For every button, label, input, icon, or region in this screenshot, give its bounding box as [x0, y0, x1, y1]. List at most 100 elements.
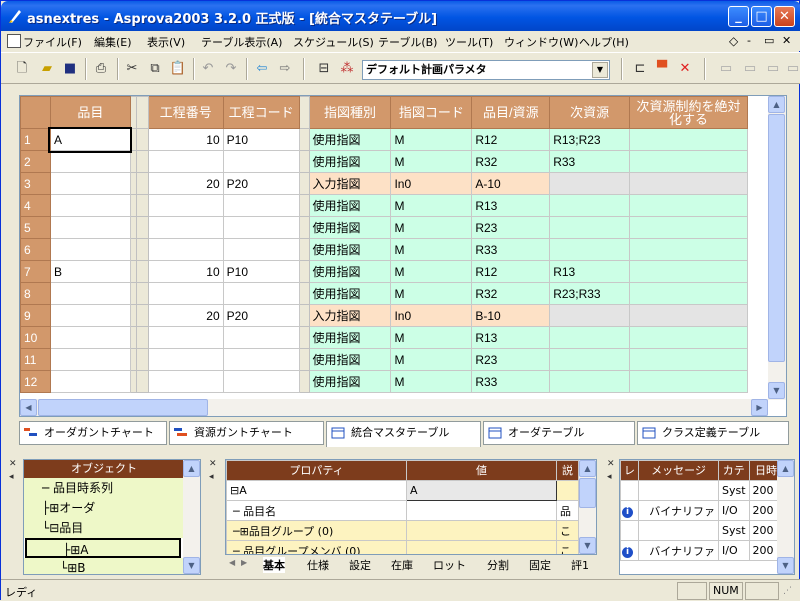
cell-order-code[interactable]: M: [390, 194, 473, 217]
tab-integrated-master[interactable]: 統合マスタテーブル: [326, 421, 481, 447]
menu-table[interactable]: テーブル(B): [378, 34, 437, 50]
cell-proc-no[interactable]: [147, 238, 224, 261]
cell-order-type[interactable]: 使用指図: [308, 128, 392, 151]
table-row[interactable]: 2 使用指図 M R32 R33: [20, 150, 768, 173]
delete-icon[interactable]: ✕: [676, 60, 694, 78]
cell-proc-code[interactable]: P10: [222, 128, 300, 151]
property-value[interactable]: [406, 540, 557, 554]
cell-item[interactable]: B: [49, 260, 131, 283]
col-header-item-resource[interactable]: 品目/資源: [471, 96, 551, 129]
pane-arrow-icon[interactable]: ◂: [9, 473, 14, 482]
menu-window[interactable]: ウィンドウ(W): [504, 34, 578, 50]
cell-proc-no[interactable]: 10: [147, 260, 224, 283]
cut-icon[interactable]: ✂: [123, 60, 141, 78]
cell-proc-code[interactable]: [222, 238, 300, 261]
cell-next-resource[interactable]: [549, 370, 631, 393]
table-row[interactable]: ─ 品目グループメンバ (0) こ: [226, 540, 579, 554]
cell-item[interactable]: [49, 282, 131, 305]
cell-proc-code[interactable]: [222, 194, 300, 217]
scroll-down-icon[interactable]: ▼: [579, 537, 596, 554]
mdi-minimize-button[interactable]: -: [747, 34, 751, 47]
cell-order-code[interactable]: M: [390, 238, 473, 261]
cell-item[interactable]: [49, 348, 131, 371]
layout-icon[interactable]: ▭: [717, 60, 735, 78]
table-row[interactable]: 4 使用指図 M R13: [20, 194, 768, 217]
pane-arrow-icon[interactable]: ◂: [607, 473, 612, 482]
row-number[interactable]: 9: [20, 304, 51, 327]
new-file-icon[interactable]: 🗋: [13, 60, 31, 78]
table-row[interactable]: 5 使用指図 M R23: [20, 216, 768, 239]
cell-order-code[interactable]: M: [390, 260, 473, 283]
cell-next-resource[interactable]: [549, 304, 631, 327]
col-header-proc-code[interactable]: 工程コード: [222, 96, 300, 129]
cell-proc-no[interactable]: [147, 216, 224, 239]
table-row[interactable]: ─⊞品目グループ (0) こ: [226, 520, 579, 541]
table-row[interactable]: 7 B 10 P10 使用指図 M R12 R13: [20, 260, 768, 283]
cell-item-resource[interactable]: R23: [471, 348, 551, 371]
row-number[interactable]: 10: [20, 326, 51, 349]
tab-order-gantt[interactable]: オーダガントチャート: [19, 421, 167, 445]
cell-item-resource[interactable]: R32: [471, 150, 551, 173]
cell-order-type[interactable]: 使用指図: [308, 370, 392, 393]
tab-scroll-left-icon[interactable]: ◀: [229, 558, 235, 567]
gantt-color-icon[interactable]: ▀: [653, 60, 671, 78]
tab-split[interactable]: 分割: [487, 557, 509, 573]
title-bar[interactable]: asnextres - Asprova2003 3.2.0 正式版 - [統合マ…: [1, 1, 800, 31]
cell-order-code[interactable]: M: [390, 326, 473, 349]
col-header-message[interactable]: メッセージ: [638, 460, 719, 481]
message-scrollbar[interactable]: ▲ ▼: [777, 460, 794, 574]
cell-item-resource[interactable]: R33: [471, 370, 551, 393]
menu-view[interactable]: 表示(V): [147, 34, 185, 50]
property-value[interactable]: [406, 520, 557, 541]
cell-next-resource[interactable]: [549, 194, 631, 217]
cell-item-resource[interactable]: B-10: [471, 304, 551, 327]
maximize-button[interactable]: □: [751, 6, 772, 27]
cell-proc-code[interactable]: [222, 348, 300, 371]
cell-proc-code[interactable]: P10: [222, 260, 300, 283]
cell-next-resource[interactable]: R13: [549, 260, 631, 283]
param-nav-icon[interactable]: ⊟: [315, 60, 333, 78]
row-number[interactable]: 1: [20, 128, 51, 151]
scroll-right-icon[interactable]: ▶: [751, 399, 768, 416]
tab-class-definition[interactable]: クラス定義テーブル: [637, 421, 789, 445]
cell-order-type[interactable]: 使用指図: [308, 216, 392, 239]
cell-next-resource-absolute[interactable]: [629, 194, 748, 217]
col-header-value[interactable]: 値: [406, 460, 557, 481]
cell-order-code[interactable]: M: [390, 370, 473, 393]
cell-proc-code[interactable]: [222, 216, 300, 239]
cell-order-code[interactable]: M: [390, 348, 473, 371]
layout-icon[interactable]: ▭: [741, 60, 759, 78]
row-number[interactable]: 3: [20, 172, 51, 195]
menu-help[interactable]: ヘルプ(H): [579, 34, 629, 50]
cell-order-code[interactable]: M: [390, 216, 473, 239]
cell-proc-no[interactable]: 20: [147, 172, 224, 195]
tree-item-b[interactable]: └⊞B: [24, 558, 184, 574]
table-row[interactable]: Syst 200: [620, 520, 784, 541]
row-number[interactable]: 5: [20, 216, 51, 239]
cell-item[interactable]: [49, 194, 131, 217]
col-header-order-code[interactable]: 指図コード: [390, 96, 473, 129]
cell-item-resource[interactable]: R13: [471, 326, 551, 349]
close-icon[interactable]: ✕: [9, 460, 17, 469]
cell-next-resource-absolute[interactable]: [629, 172, 748, 195]
tab-stock[interactable]: 在庫: [391, 557, 413, 573]
cell-next-resource[interactable]: [549, 216, 631, 239]
table-row[interactable]: 3 20 P20 入力指図 In0 A-10: [20, 172, 768, 195]
row-number[interactable]: 7: [20, 260, 51, 283]
row-number[interactable]: 8: [20, 282, 51, 305]
cell-item[interactable]: [49, 304, 131, 327]
cell-next-resource-absolute[interactable]: [629, 304, 748, 327]
vertical-scroll-thumb[interactable]: [768, 114, 785, 362]
col-header-item[interactable]: 品目: [49, 96, 131, 129]
col-header-next-resource[interactable]: 次資源: [549, 96, 631, 129]
cell-order-type[interactable]: 使用指図: [308, 260, 392, 283]
cell-proc-no[interactable]: [147, 150, 224, 173]
cell-order-type[interactable]: 使用指図: [308, 194, 392, 217]
menu-file[interactable]: ファイル(F): [23, 34, 82, 50]
cell-order-type[interactable]: 使用指図: [308, 150, 392, 173]
col-header-property[interactable]: プロパティ: [226, 460, 407, 481]
tab-fixed[interactable]: 固定: [529, 557, 551, 573]
forward-arrow-icon[interactable]: ⇨: [276, 60, 294, 78]
property-scroll-thumb[interactable]: [579, 478, 596, 508]
message-list[interactable]: レ メッセージ カテ 日時 Syst 200 i バイナリファ I/O 200: [619, 459, 795, 575]
